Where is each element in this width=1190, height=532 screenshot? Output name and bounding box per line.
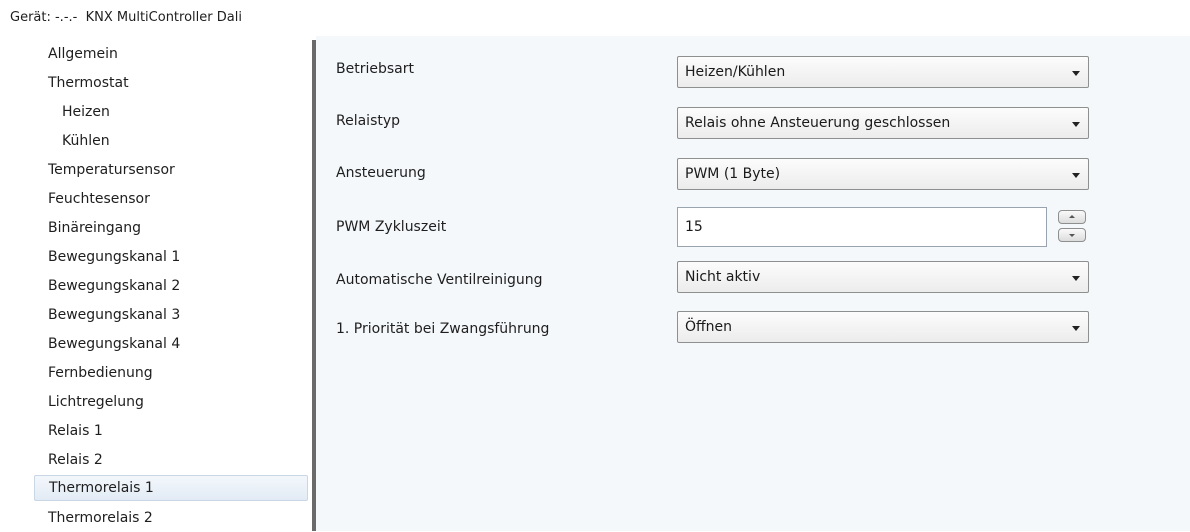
sidebar-item-thermostat[interactable]: Thermostat (34, 71, 308, 97)
prioritaet-dropdown[interactable]: Öffnen (677, 311, 1089, 343)
sidebar-item-relais-2[interactable]: Relais 2 (34, 448, 308, 474)
ventilreinigung-value: Nicht aktiv (685, 269, 761, 285)
sidebar-item-thermorelais-1[interactable]: Thermorelais 1 (34, 475, 308, 501)
pwm-zykluszeit-label: PWM Zykluszeit (336, 219, 447, 235)
ansteuerung-dropdown[interactable]: PWM (1 Byte) (677, 158, 1089, 190)
chevron-down-icon (1072, 71, 1080, 76)
ansteuerung-label: Ansteuerung (336, 165, 426, 181)
window-title: Gerät: -.-.- KNX MultiController Dali (10, 10, 242, 25)
sidebar-item-thermorelais-2[interactable]: Thermorelais 2 (34, 506, 308, 532)
prioritaet-value: Öffnen (685, 319, 733, 335)
relaistyp-label: Relaistyp (336, 113, 401, 129)
sidebar-item-allgemein[interactable]: Allgemein (34, 42, 308, 68)
pwm-zykluszeit-stepper: 15 (677, 207, 1089, 247)
chevron-down-icon (1072, 326, 1080, 331)
chevron-down-icon (1072, 173, 1080, 178)
relaistyp-dropdown[interactable]: Relais ohne Ansteuerung geschlossen (677, 107, 1089, 139)
increment-button[interactable] (1058, 210, 1086, 224)
chevron-down-icon (1072, 122, 1080, 127)
sidebar-item-temperatursensor[interactable]: Temperatursensor (34, 158, 308, 184)
sidebar-item-bewegungskanal-4[interactable]: Bewegungskanal 4 (34, 332, 308, 358)
sidebar-item-relais-1[interactable]: Relais 1 (34, 419, 308, 445)
parameter-panel: Betriebsart Heizen/Kühlen Relaistyp Rela… (316, 36, 1190, 531)
sidebar-item-feuchtesensor[interactable]: Feuchtesensor (34, 187, 308, 213)
arrow-up-icon (1069, 215, 1075, 218)
betriebsart-dropdown[interactable]: Heizen/Kühlen (677, 56, 1089, 88)
ansteuerung-value: PWM (1 Byte) (685, 166, 781, 182)
sidebar-item-heizen[interactable]: Heizen (34, 100, 308, 126)
parameter-nav-sidebar: Allgemein Thermostat Heizen Kühlen Tempe… (0, 36, 312, 531)
decrement-button[interactable] (1058, 228, 1086, 242)
pwm-zykluszeit-input[interactable]: 15 (677, 207, 1047, 247)
sidebar-item-kuehlen[interactable]: Kühlen (34, 129, 308, 155)
chevron-down-icon (1072, 276, 1080, 281)
arrow-down-icon (1069, 234, 1075, 237)
ventilreinigung-dropdown[interactable]: Nicht aktiv (677, 261, 1089, 293)
prioritaet-label: 1. Priorität bei Zwangsführung (336, 321, 550, 337)
ventilreinigung-label: Automatische Ventilreinigung (336, 272, 543, 288)
sidebar-item-bewegungskanal-1[interactable]: Bewegungskanal 1 (34, 245, 308, 271)
sidebar-item-bewegungskanal-3[interactable]: Bewegungskanal 3 (34, 303, 308, 329)
sidebar-item-lichtregelung[interactable]: Lichtregelung (34, 390, 308, 416)
sidebar-item-bewegungskanal-2[interactable]: Bewegungskanal 2 (34, 274, 308, 300)
sidebar-item-binaereingang[interactable]: Binäreingang (34, 216, 308, 242)
window-titlebar: Gerät: -.-.- KNX MultiController Dali (0, 0, 1190, 36)
betriebsart-value: Heizen/Kühlen (685, 64, 786, 80)
relaistyp-value: Relais ohne Ansteuerung geschlossen (685, 115, 951, 131)
betriebsart-label: Betriebsart (336, 61, 414, 77)
sidebar-item-fernbedienung[interactable]: Fernbedienung (34, 361, 308, 387)
